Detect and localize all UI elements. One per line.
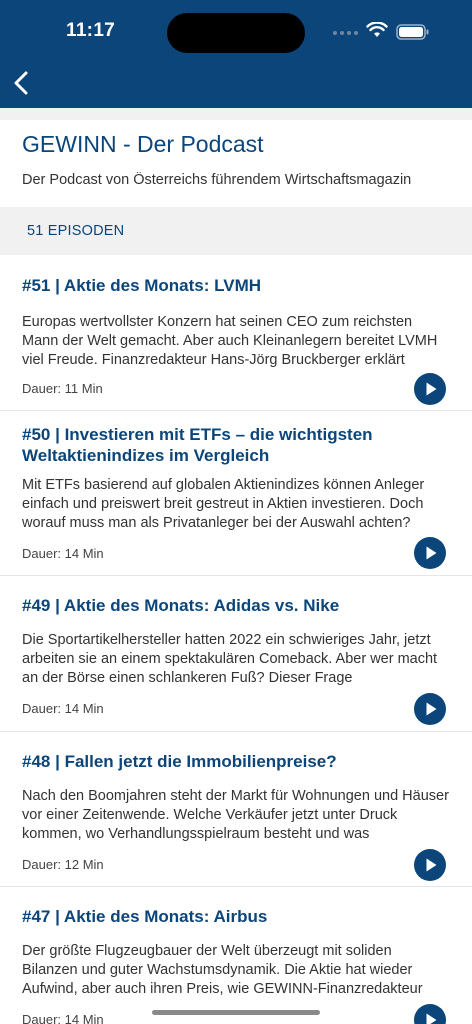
play-icon: [426, 1013, 437, 1024]
play-icon: [426, 858, 437, 872]
cellular-signal-icon: [333, 31, 358, 35]
dynamic-island: [167, 13, 305, 53]
status-time: 11:17: [66, 20, 116, 41]
play-button[interactable]: [414, 849, 446, 881]
header-separator: [0, 108, 472, 120]
play-icon: [426, 546, 437, 560]
episode-count-label: 51 EPISODEN: [27, 223, 125, 239]
home-indicator[interactable]: [152, 1010, 320, 1015]
back-chevron-icon[interactable]: [10, 68, 36, 98]
play-button[interactable]: [414, 537, 446, 569]
episode-description: Nach den Boomjahren steht der Markt für …: [22, 788, 449, 842]
episode-duration: Dauer: 14 Min: [22, 546, 104, 561]
episode-description: Europas wertvollster Konzern hat seinen …: [22, 314, 438, 368]
episode-duration: Dauer: 11 Min: [22, 381, 103, 396]
episode-title: #48 | Fallen jetzt die Immobilienpreise?: [22, 752, 337, 771]
play-button[interactable]: [414, 373, 446, 405]
episode-title: #50 | Investieren mit ETFs – die wichtig…: [22, 425, 373, 465]
episode-duration: Dauer: 14 Min: [22, 701, 104, 716]
play-button[interactable]: [414, 1004, 446, 1024]
navigation-bar: 11:17: [0, 0, 472, 108]
episode-duration: Dauer: 14 Min: [22, 1012, 104, 1024]
episode-title: #51 | Aktie des Monats: LVMH: [22, 276, 262, 295]
episode-description: Der größte Flugzeugbauer der Welt überze…: [22, 943, 423, 997]
episode-duration: Dauer: 12 Min: [22, 857, 104, 872]
episode-item[interactable]: #51 | Aktie des Monats: LVMH Europas wer…: [0, 255, 472, 411]
wifi-icon: [366, 22, 388, 37]
episode-item[interactable]: #48 | Fallen jetzt die Immobilienpreise?…: [0, 732, 472, 887]
episode-title: #49 | Aktie des Monats: Adidas vs. Nike: [22, 596, 340, 615]
episode-item[interactable]: #50 | Investieren mit ETFs – die wichtig…: [0, 411, 472, 576]
podcast-title: GEWINN - Der Podcast: [22, 131, 264, 157]
podcast-description: Der Podcast von Österreichs führendem Wi…: [22, 172, 412, 188]
play-button[interactable]: [414, 693, 446, 725]
episode-description: Die Sportartikelhersteller hatten 2022 e…: [22, 632, 438, 686]
episode-title: #47 | Aktie des Monats: Airbus: [22, 907, 268, 926]
episode-count-bar: 51 EPISODEN: [0, 207, 472, 255]
episode-description: Mit ETFs basierend auf globalen Aktienin…: [22, 477, 425, 531]
episode-item[interactable]: #49 | Aktie des Monats: Adidas vs. Nike …: [0, 576, 472, 732]
play-icon: [426, 702, 437, 716]
play-icon: [426, 382, 437, 396]
episode-item[interactable]: #47 | Aktie des Monats: Airbus Der größt…: [0, 887, 472, 1024]
battery-icon: [396, 24, 429, 40]
